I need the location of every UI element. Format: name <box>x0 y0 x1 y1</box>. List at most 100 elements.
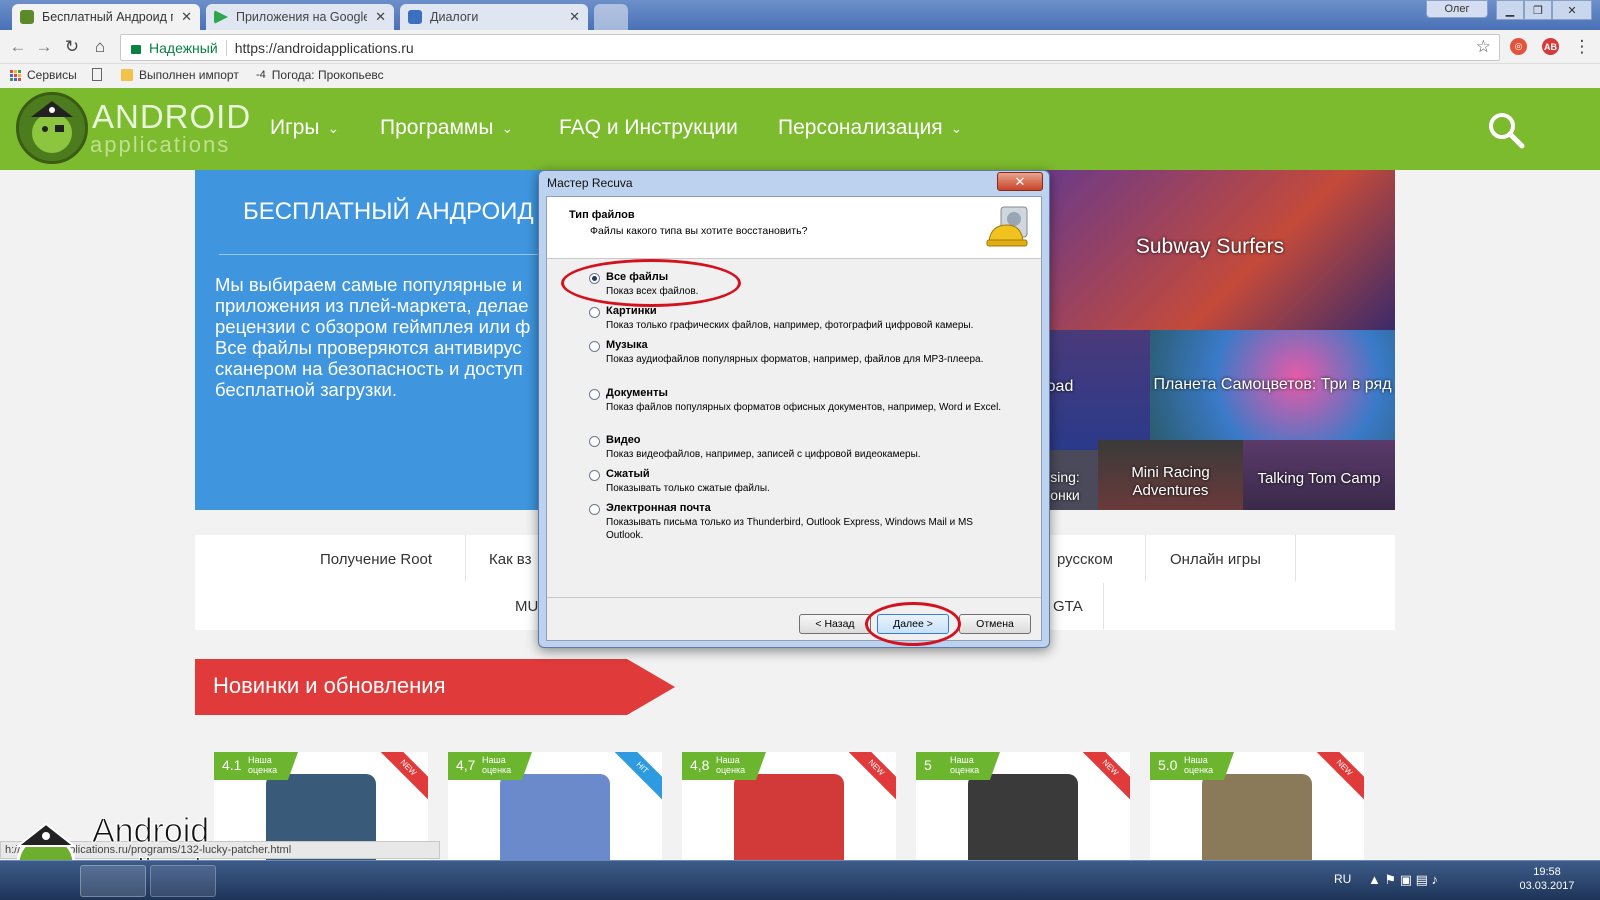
bookmark-page[interactable] <box>92 68 102 81</box>
nav-programs[interactable]: Программы ⌄ <box>380 116 513 140</box>
game-tile-mini-racing[interactable]: Mini Racing Adventures <box>1098 440 1243 510</box>
dialog-heading: Тип файлов <box>569 209 635 221</box>
tab-title: Приложения на Google <box>236 10 368 24</box>
close-icon[interactable]: ✕ <box>375 9 386 25</box>
option-label: Электронная почта <box>606 502 711 514</box>
radio-button[interactable] <box>589 436 600 447</box>
option-label: Сжатый <box>606 468 650 480</box>
option-label: Видео <box>606 434 641 446</box>
app-thumbnail[interactable] <box>1202 774 1312 860</box>
badge-ribbon: HIT <box>609 752 662 801</box>
tab-androidapplications[interactable]: Бесплатный Андроид п ✕ <box>12 4 200 30</box>
game-tile-talking-tom[interactable]: Talking Tom Camp <box>1243 440 1395 510</box>
apps-grid-icon <box>10 69 21 81</box>
radio-button[interactable] <box>589 389 600 400</box>
logo-text[interactable]: ANDROID <box>92 98 251 136</box>
user-profile-chip[interactable]: Олег <box>1426 0 1488 18</box>
game-tile-road[interactable]: oad <box>1040 330 1150 450</box>
forward-arrow-icon[interactable]: → <box>34 37 54 57</box>
link-gta[interactable]: GTA <box>1053 598 1083 615</box>
address-bar[interactable]: Надежный https://androidapplications.ru … <box>120 34 1500 61</box>
app-card[interactable]: 5.0 Наша оценка NEW <box>1150 752 1364 860</box>
new-tab-button[interactable] <box>594 4 628 30</box>
star-icon[interactable]: ☆ <box>1476 37 1491 57</box>
app-thumbnail[interactable] <box>968 774 1078 860</box>
dialog-title[interactable]: Мастер Recuva <box>539 171 1049 195</box>
link-root[interactable]: Получение Root <box>320 551 432 568</box>
radio-button[interactable] <box>589 504 600 515</box>
section-heading-new: Новинки и обновления <box>195 659 675 715</box>
app-card[interactable]: 5 Наша оценка NEW <box>916 752 1130 860</box>
nav-personalization[interactable]: Персонализация ⌄ <box>778 116 962 140</box>
game-tile-subway-surfers[interactable]: Subway Surfers <box>1040 170 1395 330</box>
bookmark-weather[interactable]: -4 Погода: Прокопьевс <box>256 68 384 82</box>
app-card[interactable]: 4,8 Наша оценка NEW <box>682 752 896 860</box>
nav-games[interactable]: Игры ⌄ <box>270 116 339 140</box>
badge-ribbon: NEW <box>375 752 428 801</box>
tab-dialogs[interactable]: Диалоги ✕ <box>400 4 588 30</box>
tray-icons[interactable]: ▲ ⚑ ▣ ▤ ♪ <box>1368 872 1438 888</box>
tab-title: Диалоги <box>430 10 479 24</box>
highlight-oval-all-files <box>561 259 741 307</box>
extension-icon[interactable]: ◎ <box>1510 38 1527 55</box>
clock[interactable]: 19:58 03.03.2017 <box>1512 865 1582 893</box>
android-pirate-logo-icon[interactable] <box>16 92 88 164</box>
app-card[interactable]: 4,7 Наша оценка HIT <box>448 752 662 860</box>
restore-button[interactable]: ❐ <box>1524 0 1552 20</box>
nav-faq[interactable]: FAQ и Инструкции <box>559 116 738 140</box>
secure-label: Надежный <box>149 39 218 56</box>
bookmark-services[interactable]: Сервисы <box>10 68 77 82</box>
radio-button[interactable] <box>589 470 600 481</box>
hero-description: Мы выбираем самые популярные и приложени… <box>215 274 531 400</box>
window-close-button[interactable]: ✕ <box>1552 0 1592 20</box>
radio-button[interactable] <box>589 341 600 352</box>
rating-badge: 4,7 Наша оценка <box>448 752 532 780</box>
android-favicon-icon <box>20 10 34 24</box>
featured-games: Subway Surfers oad Планета Самоцветов: Т… <box>1040 170 1395 510</box>
link-how-to[interactable]: Как вз <box>489 551 532 568</box>
recuva-wizard-dialog: Мастер Recuva ✕ Тип файлов Файлы какого … <box>538 170 1050 648</box>
dialog-subheading: Файлы какого типа вы хотите восстановить… <box>590 225 808 237</box>
close-icon[interactable]: ✕ <box>181 9 192 25</box>
rating-badge: 4,8 Наша оценка <box>682 752 766 780</box>
game-tile-gem-planet[interactable]: Планета Самоцветов: Три в ряд <box>1150 330 1395 450</box>
tab-google-play[interactable]: Приложения на Google ✕ <box>206 4 394 30</box>
dialog-favicon-icon <box>408 10 422 24</box>
rating-badge: 5.0 Наша оценка <box>1150 752 1234 780</box>
badge-ribbon: NEW <box>1077 752 1130 801</box>
logo-subtext[interactable]: applications <box>90 132 230 158</box>
home-icon[interactable]: ⌂ <box>90 37 110 57</box>
badge-ribbon: NEW <box>843 752 896 801</box>
cancel-button[interactable]: Отмена <box>959 614 1031 634</box>
bookmarks-bar: Сервисы Выполнен импорт -4 Погода: Проко… <box>0 64 1600 88</box>
app-thumbnail[interactable] <box>734 774 844 860</box>
taskbar-chrome-button[interactable] <box>80 865 146 897</box>
link-online-games[interactable]: Онлайн игры <box>1170 551 1261 568</box>
chevron-down-icon: ⌄ <box>327 119 340 136</box>
taskbar-app-button[interactable] <box>150 865 216 897</box>
option-description: Показывать письма только из Thunderbird,… <box>606 517 973 541</box>
rating-badge: 5 Наша оценка <box>916 752 1000 780</box>
link-russian[interactable]: русском <box>1057 551 1113 568</box>
tab-title: Бесплатный Андроид п <box>42 10 174 24</box>
bookmark-imported[interactable]: Выполнен импорт <box>121 68 239 82</box>
search-icon[interactable] <box>1486 110 1526 150</box>
minimize-button[interactable]: ▁ <box>1496 0 1524 20</box>
dialog-close-button[interactable]: ✕ <box>997 172 1043 191</box>
link-mu[interactable]: MU <box>515 598 538 615</box>
app-thumbnail[interactable] <box>500 774 610 860</box>
play-store-icon <box>214 10 228 24</box>
adblock-icon[interactable]: AB <box>1542 38 1559 55</box>
folder-icon <box>121 69 133 81</box>
close-icon[interactable]: ✕ <box>569 9 580 25</box>
back-button[interactable]: < Назад <box>799 614 871 634</box>
hero-title: БЕСПЛАТНЫЙ АНДРОИД <box>243 198 534 225</box>
menu-kebab-icon[interactable]: ⋮ <box>1572 37 1592 57</box>
radio-button[interactable] <box>589 307 600 318</box>
dialog-body: Тип файлов Файлы какого типа вы хотите в… <box>546 196 1042 646</box>
reload-icon[interactable]: ↻ <box>62 37 82 57</box>
back-arrow-icon[interactable]: ← <box>8 37 28 57</box>
option-description: Показ файлов популярных форматов офисных… <box>606 402 1002 413</box>
language-indicator[interactable]: RU <box>1334 872 1351 886</box>
browser-toolbar: ← → ↻ ⌂ Надежный https://androidapplicat… <box>0 30 1600 64</box>
